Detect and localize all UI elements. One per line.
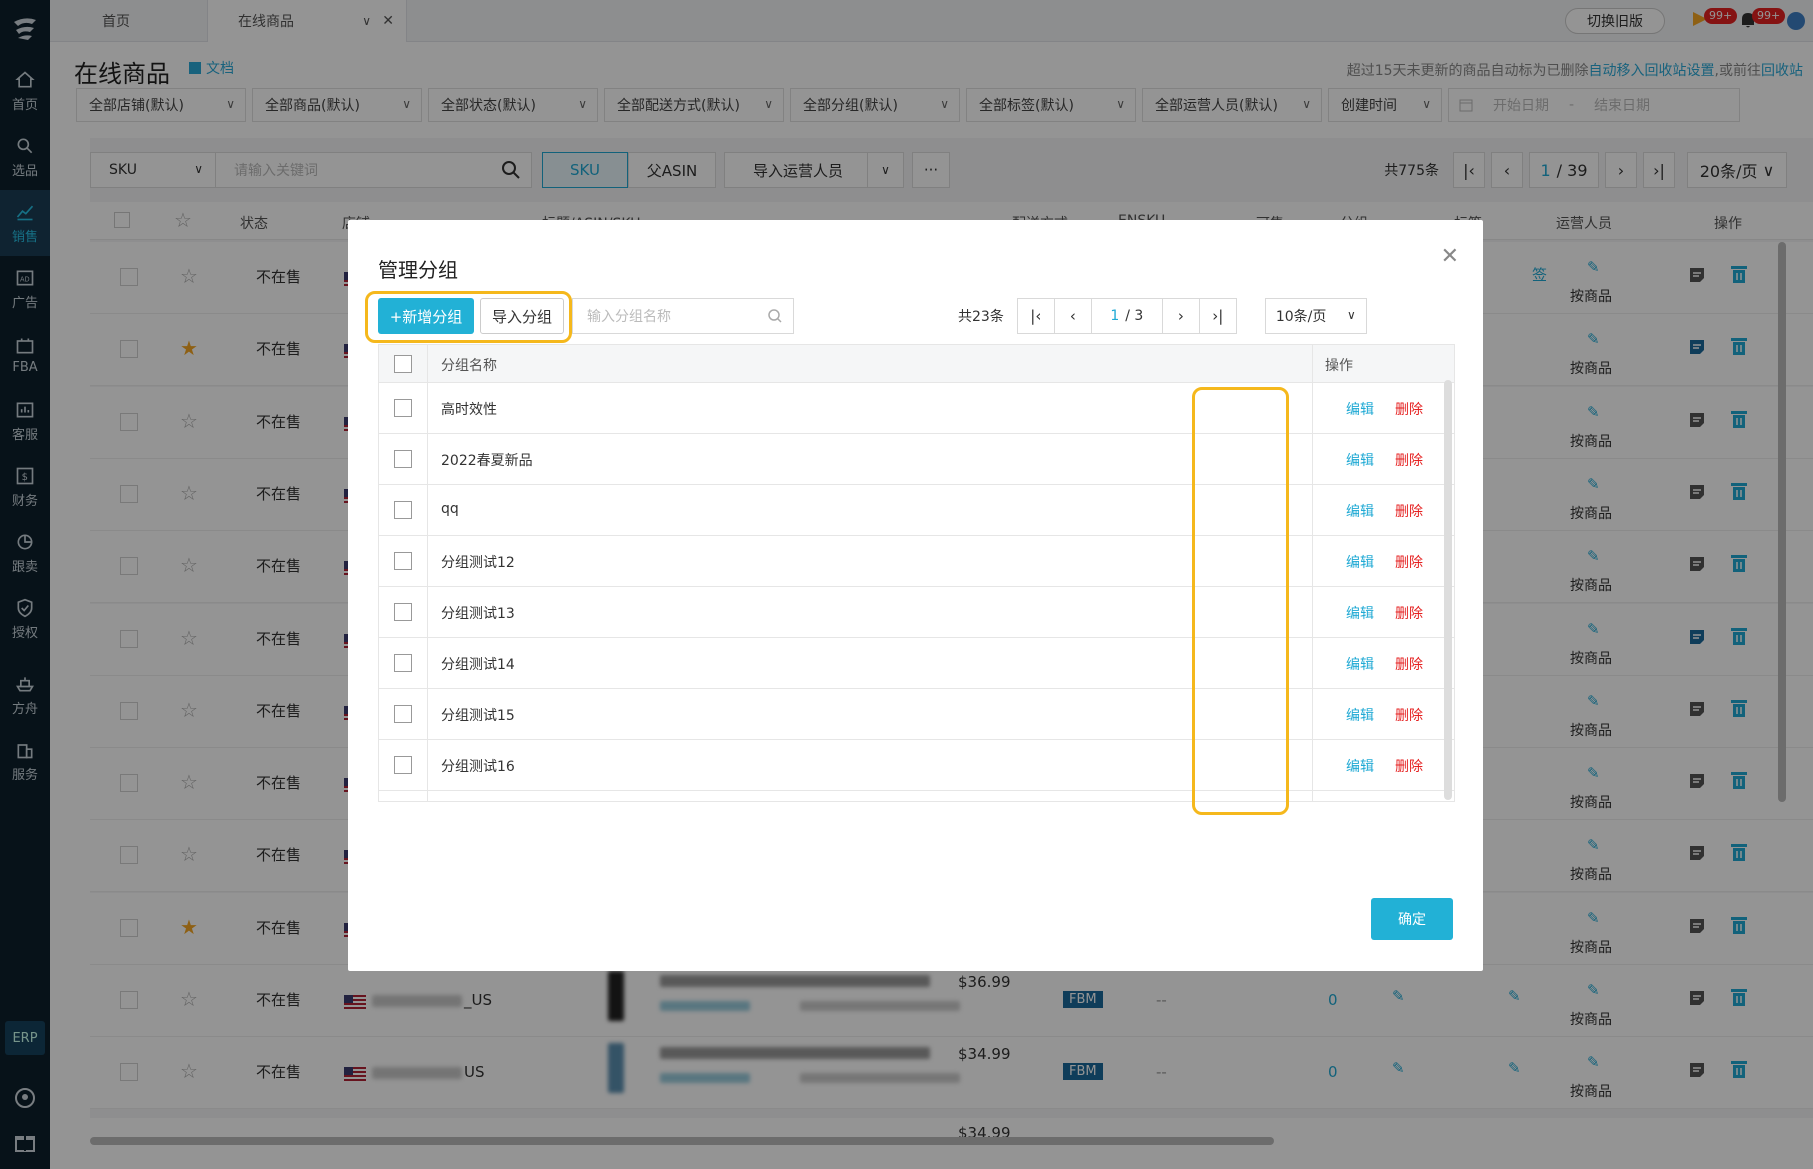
delete-link[interactable]: 删除: [1395, 501, 1423, 521]
edit-link[interactable]: 编辑: [1346, 756, 1374, 776]
group-row: 分组测试13 编辑 删除: [379, 587, 1454, 638]
delete-link[interactable]: 删除: [1395, 705, 1423, 725]
edit-link[interactable]: 编辑: [1346, 552, 1374, 572]
close-icon[interactable]: ✕: [1441, 244, 1459, 269]
add-group-button[interactable]: +新增分组: [378, 298, 474, 334]
group-name: 分组测试16: [441, 759, 515, 775]
column-divider: [1312, 345, 1313, 801]
group-table: 分组名称 操作 高时效性 编辑 删除 2022春夏新品 编辑 删除 qq 编辑 删除 分组测试12…: [378, 344, 1455, 802]
row-checkbox[interactable]: [394, 705, 412, 723]
group-row: 分组测试17编辑删除: [379, 791, 1454, 801]
page-input[interactable]: 1 / 3: [1090, 298, 1163, 334]
group-row: 2022春夏新品 编辑 删除: [379, 434, 1454, 485]
delete-link[interactable]: 删除: [1395, 552, 1423, 572]
first-page-button[interactable]: |‹: [1016, 298, 1055, 334]
row-checkbox[interactable]: [394, 399, 412, 417]
group-name-search-input[interactable]: 输入分组名称: [572, 298, 794, 334]
next-page-button[interactable]: ›: [1161, 298, 1200, 334]
search-icon[interactable]: [767, 308, 783, 324]
page-size-select[interactable]: 10条/页 ∨: [1264, 298, 1367, 334]
input-placeholder: 输入分组名称: [587, 309, 671, 325]
group-table-header: 分组名称 操作: [379, 345, 1454, 383]
group-name: qq: [441, 501, 459, 517]
delete-link[interactable]: 删除: [1395, 450, 1423, 470]
last-page-button[interactable]: ›|: [1198, 298, 1237, 334]
col-group-name: 分组名称: [441, 358, 497, 374]
import-group-button[interactable]: 导入分组: [480, 298, 564, 334]
group-row: 分组测试14 编辑 删除: [379, 638, 1454, 689]
group-name: 分组测试15: [441, 708, 515, 724]
row-checkbox[interactable]: [394, 603, 412, 621]
confirm-button[interactable]: 确定: [1371, 898, 1453, 940]
edit-link[interactable]: 编辑: [1346, 399, 1374, 419]
delete-link[interactable]: 删除: [1395, 756, 1423, 776]
row-checkbox[interactable]: [394, 450, 412, 468]
edit-link[interactable]: 编辑: [1346, 450, 1374, 470]
delete-link[interactable]: 删除: [1395, 603, 1423, 623]
edit-link[interactable]: 编辑: [1346, 501, 1374, 521]
edit-link[interactable]: 编辑: [1346, 603, 1374, 623]
select-all-checkbox[interactable]: [394, 355, 412, 373]
group-row: 分组测试12 编辑 删除: [379, 536, 1454, 587]
row-checkbox[interactable]: [394, 501, 412, 519]
group-name: 分组测试14: [441, 657, 515, 673]
page-size-value: 10条/页: [1275, 309, 1327, 325]
chevron-down-icon: ∨: [1347, 308, 1356, 322]
group-row: 高时效性 编辑 删除: [379, 383, 1454, 434]
row-checkbox[interactable]: [394, 654, 412, 672]
dialog-title: 管理分组: [378, 258, 458, 282]
total-pages: / 3: [1125, 308, 1144, 324]
highlight-box: [1192, 387, 1289, 815]
group-name: 分组测试12: [441, 555, 515, 571]
row-checkbox[interactable]: [394, 756, 412, 774]
group-name: 2022春夏新品: [441, 453, 533, 469]
manage-groups-dialog: 管理分组 ✕ +新增分组 导入分组 输入分组名称 共23条 |‹ ‹ 1 / 3 …: [348, 220, 1483, 971]
delete-link[interactable]: 删除: [1395, 654, 1423, 674]
current-page[interactable]: 1: [1110, 308, 1119, 324]
column-divider: [427, 345, 428, 801]
group-row: 分组测试15 编辑 删除: [379, 689, 1454, 740]
edit-link[interactable]: 编辑: [1346, 654, 1374, 674]
row-checkbox[interactable]: [394, 552, 412, 570]
group-list-scrollbar[interactable]: [1444, 380, 1452, 800]
group-name: 高时效性: [441, 402, 497, 418]
prev-page-button[interactable]: ‹: [1053, 298, 1092, 334]
delete-link[interactable]: 删除: [1395, 399, 1423, 419]
total-count: 共23条: [958, 309, 1004, 325]
dialog-pagination: 共23条 |‹ ‹ 1 / 3 › ›| 10条/页 ∨: [958, 298, 1367, 334]
group-name: 分组测试13: [441, 606, 515, 622]
col-operation: 操作: [1325, 358, 1353, 374]
group-row: 分组测试16 编辑 删除: [379, 740, 1454, 791]
group-row: qq 编辑 删除: [379, 485, 1454, 536]
edit-link[interactable]: 编辑: [1346, 705, 1374, 725]
